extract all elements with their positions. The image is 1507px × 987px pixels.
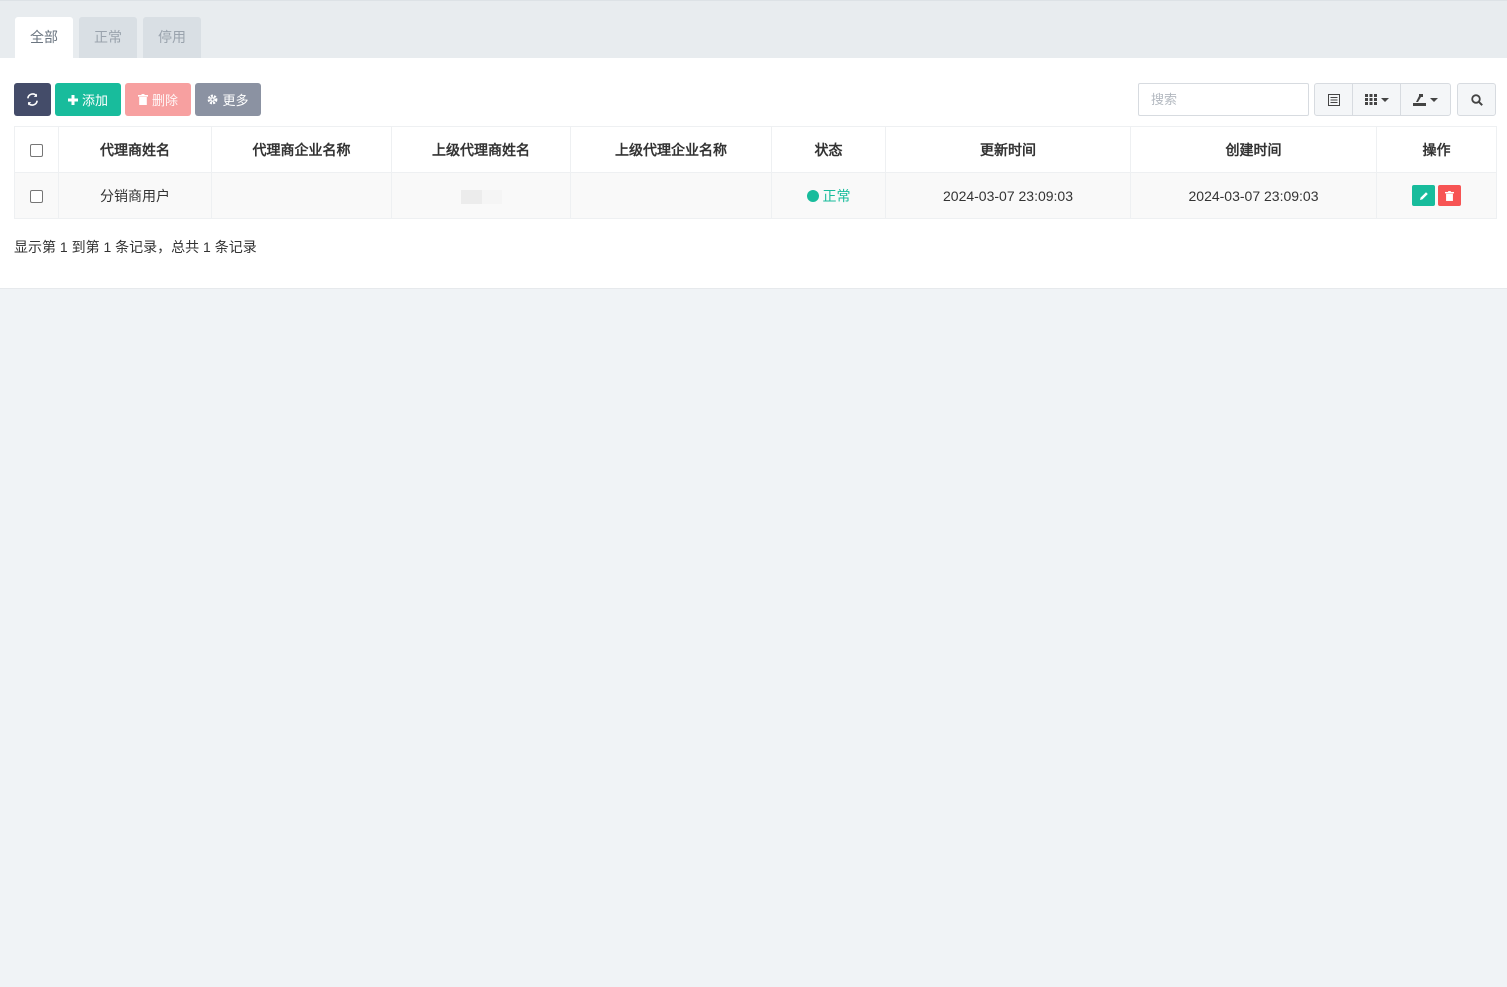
refresh-button[interactable]	[14, 83, 51, 116]
select-all-checkbox[interactable]	[30, 144, 43, 158]
agent-name-cell: 分销商用户	[58, 172, 212, 219]
table-tool-group	[1314, 83, 1451, 116]
pagination-info: 显示第 1 到第 1 条记录，总共 1 条记录	[14, 239, 257, 255]
grid-icon	[1364, 94, 1377, 105]
content-panel: 添加 删除 更多 搜索 代理商姓名 代理商企业名称 上级代理商姓名 上级代理企业…	[0, 58, 1507, 289]
updated-at-cell: 2024-03-07 23:09:03	[885, 172, 1131, 219]
column-header[interactable]: 更新时间	[885, 126, 1131, 173]
operations-cell	[1376, 172, 1497, 219]
column-header[interactable]: 上级代理商姓名	[391, 126, 571, 173]
export-button[interactable]	[1400, 83, 1451, 116]
trash-icon	[1445, 190, 1454, 201]
advanced-search-button[interactable]	[1457, 83, 1496, 116]
column-header[interactable]: 代理商企业名称	[211, 126, 392, 173]
row-select-cell	[14, 172, 59, 219]
tab-disabled[interactable]: 停用	[143, 17, 201, 59]
trash-icon	[137, 94, 148, 105]
tab-normal[interactable]: 正常	[79, 17, 137, 59]
status-dot-icon	[806, 189, 819, 202]
toggle-view-button[interactable]	[1314, 83, 1353, 116]
export-icon	[1413, 93, 1426, 106]
column-header[interactable]: 代理商姓名	[58, 126, 212, 173]
more-button[interactable]: 更多	[195, 83, 261, 116]
search-icon	[1470, 93, 1483, 106]
agent-table: 代理商姓名 代理商企业名称 上级代理商姓名 上级代理企业名称 状态 更新时间 创…	[14, 126, 1497, 219]
column-header[interactable]: 上级代理企业名称	[570, 126, 772, 173]
gear-icon	[208, 94, 218, 105]
table-row[interactable]: 分销商用户 正常 2024-03-07 23:09:03 2024-03-07 …	[14, 172, 1497, 219]
redacted-block	[460, 189, 502, 204]
delete-button[interactable]: 删除	[125, 83, 191, 116]
edit-button[interactable]	[1412, 185, 1435, 206]
created-at-cell: 2024-03-07 23:09:03	[1130, 172, 1377, 219]
parent-agent-name-cell	[391, 172, 571, 219]
delete-button-label: 删除	[151, 93, 178, 108]
select-all-cell	[14, 126, 59, 173]
list-view-icon	[1327, 93, 1340, 106]
status-badge: 正常	[806, 186, 851, 206]
row-checkbox[interactable]	[30, 190, 43, 204]
status-cell: 正常	[771, 172, 886, 219]
tab-all[interactable]: 全部	[15, 17, 73, 59]
pencil-icon	[1419, 191, 1428, 200]
search-input[interactable]	[1138, 83, 1309, 116]
parent-company-cell	[570, 172, 772, 219]
plus-icon	[67, 94, 78, 105]
table-header-row: 代理商姓名 代理商企业名称 上级代理商姓名 上级代理企业名称 状态 更新时间 创…	[14, 126, 1497, 173]
filter-tabbar: 全部 正常 停用	[0, 0, 1507, 59]
add-button-label: 添加	[81, 93, 108, 108]
column-header[interactable]: 状态	[771, 126, 886, 173]
more-button-label: 更多	[222, 93, 249, 108]
column-header: 操作	[1376, 126, 1497, 173]
refresh-icon	[27, 93, 38, 106]
chevron-down-icon	[1380, 97, 1389, 102]
columns-button[interactable]	[1352, 83, 1401, 116]
delete-row-button[interactable]	[1438, 185, 1461, 206]
agent-company-cell	[211, 172, 392, 219]
add-button[interactable]: 添加	[55, 83, 121, 116]
column-header[interactable]: 创建时间	[1130, 126, 1377, 173]
chevron-down-icon	[1430, 97, 1438, 102]
status-label: 正常	[822, 187, 851, 204]
